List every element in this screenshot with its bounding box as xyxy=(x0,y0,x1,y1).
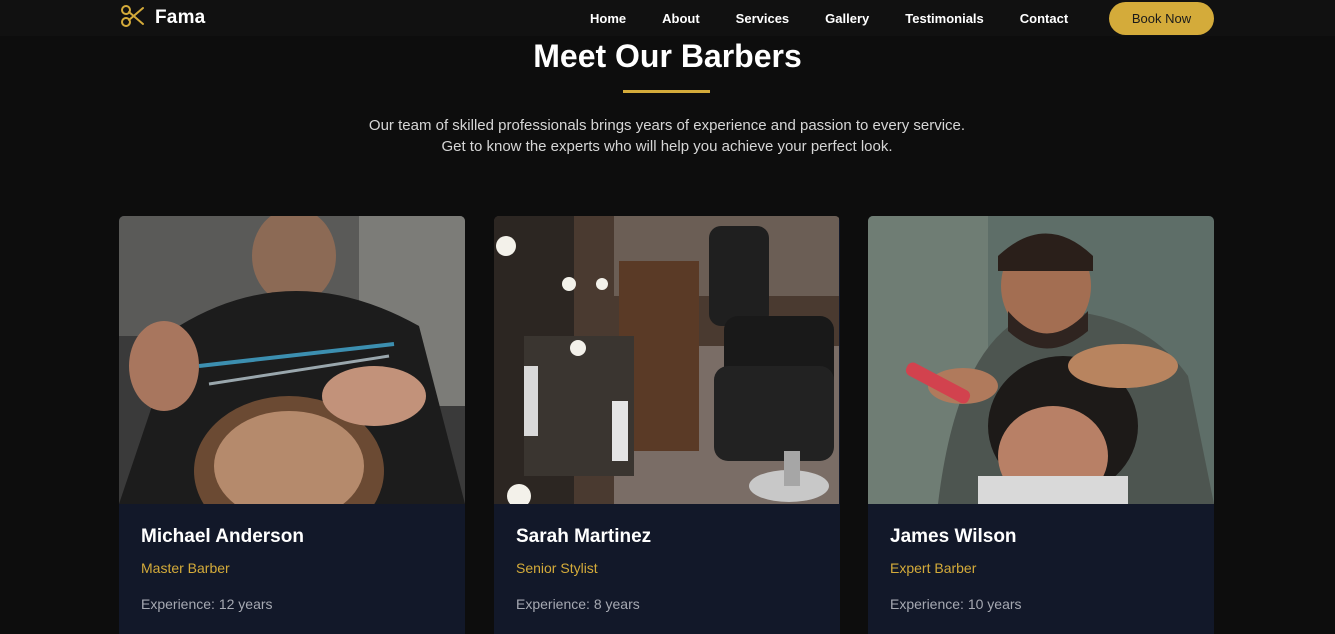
section-intro: Our team of skilled professionals brings… xyxy=(368,117,966,155)
barber-card[interactable]: Sarah Martinez Senior Stylist Experience… xyxy=(494,216,840,634)
barber-role: Master Barber xyxy=(141,560,230,576)
section-title: Meet Our Barbers xyxy=(533,38,802,74)
nav-home[interactable]: Home xyxy=(590,11,626,26)
nav-services[interactable]: Services xyxy=(736,11,790,26)
nav-testimonials[interactable]: Testimonials xyxy=(905,11,984,26)
barber-role: Senior Stylist xyxy=(516,560,598,576)
nav-contact[interactable]: Contact xyxy=(1020,11,1068,26)
barber-photo xyxy=(494,216,840,504)
barber-photo xyxy=(119,216,465,504)
main-nav: Home About Services Gallery Testimonials… xyxy=(590,0,1104,36)
barber-role: Expert Barber xyxy=(890,560,977,576)
barber-experience: Experience: 10 years xyxy=(890,596,1022,612)
barber-experience: Experience: 8 years xyxy=(516,596,640,612)
barber-name: Michael Anderson xyxy=(141,526,304,547)
brand-logo[interactable]: Fama xyxy=(120,3,206,34)
top-navbar: Fama Home About Services Gallery Testimo… xyxy=(0,0,1335,36)
nav-about[interactable]: About xyxy=(662,11,700,26)
barber-photo xyxy=(868,216,1214,504)
title-underline xyxy=(623,90,710,93)
barber-card[interactable]: James Wilson Expert Barber Experience: 1… xyxy=(868,216,1214,634)
barber-experience: Experience: 12 years xyxy=(141,596,273,612)
barber-name: Sarah Martinez xyxy=(516,526,652,547)
barber-name: James Wilson xyxy=(890,526,1017,547)
barber-card[interactable]: Michael Anderson Master Barber Experienc… xyxy=(119,216,465,634)
scissors-icon xyxy=(120,3,146,34)
book-now-button[interactable]: Book Now xyxy=(1109,2,1214,35)
nav-gallery[interactable]: Gallery xyxy=(825,11,869,26)
brand-name: Fama xyxy=(155,7,206,28)
